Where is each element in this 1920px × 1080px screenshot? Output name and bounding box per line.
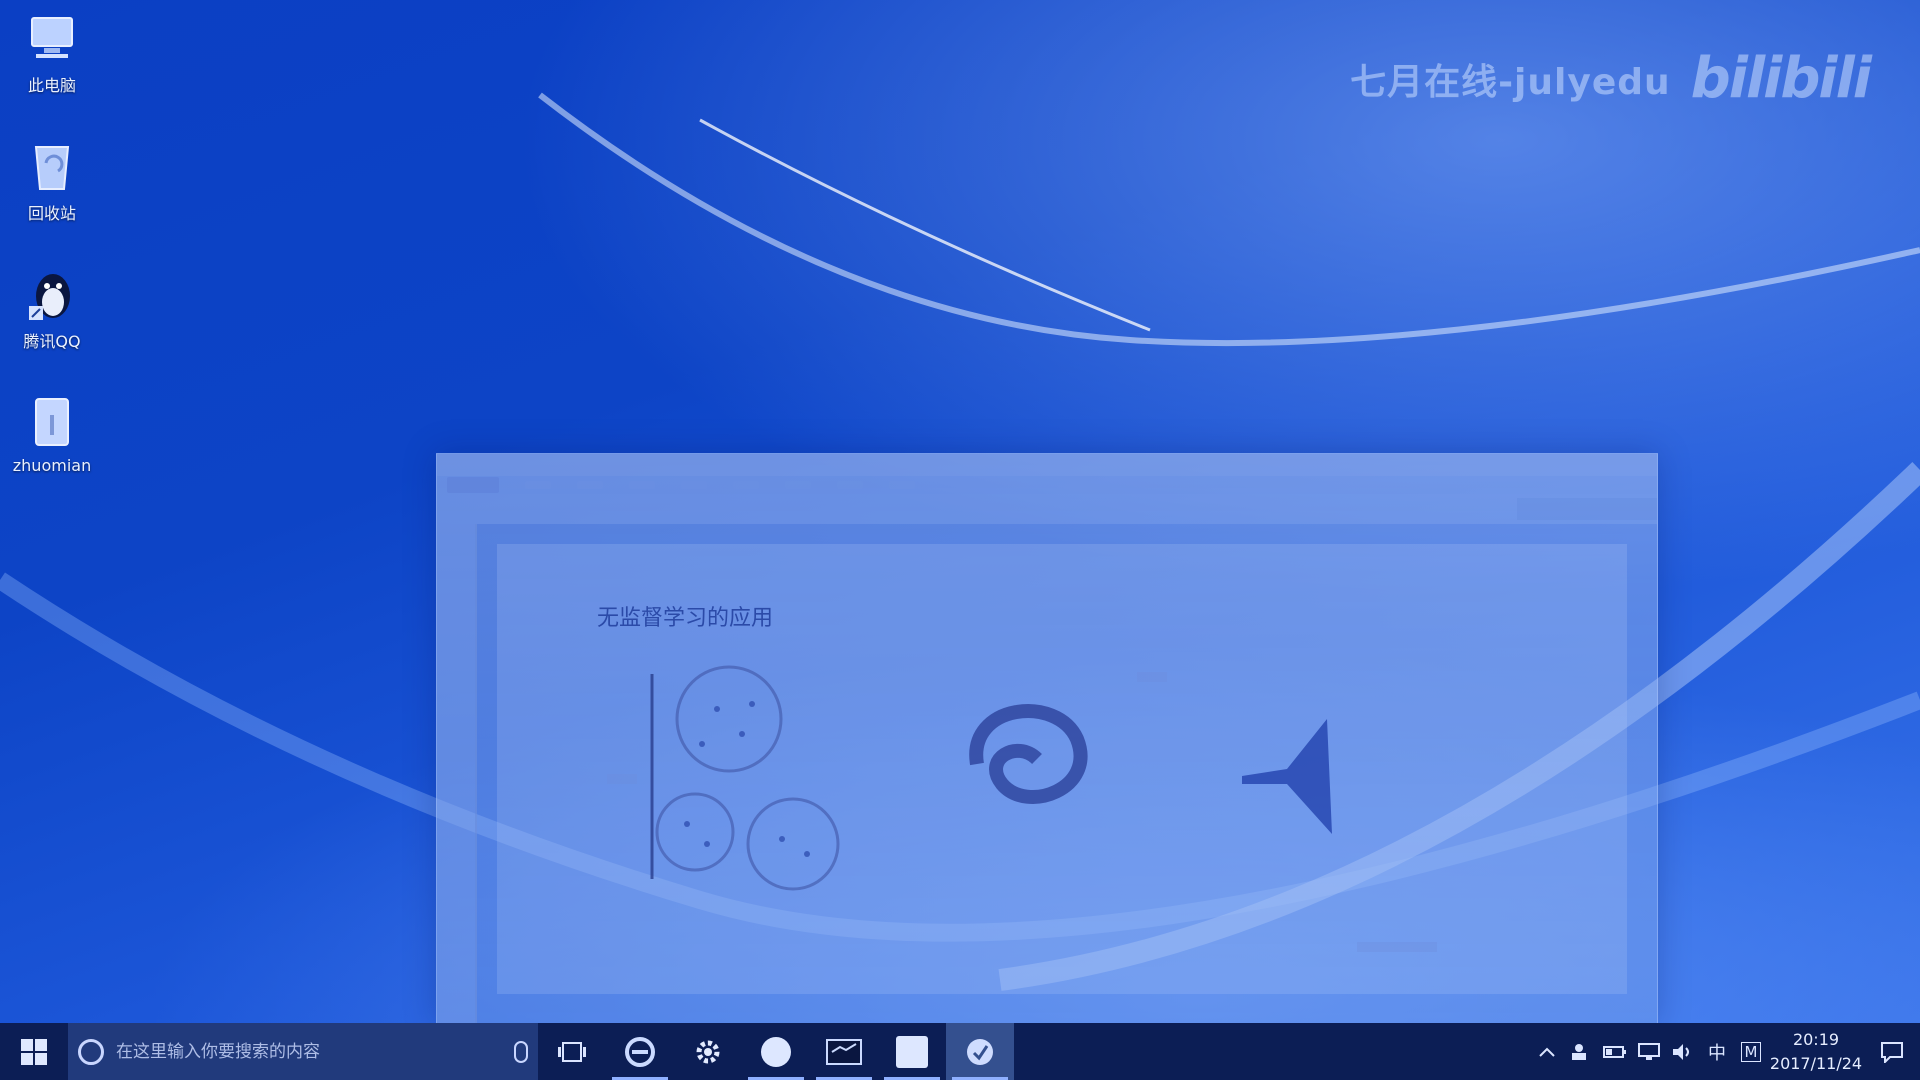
terminal-icon bbox=[826, 1038, 862, 1065]
network-icon[interactable] bbox=[1632, 1023, 1666, 1080]
desktop-icon-this-pc[interactable]: 此电脑 bbox=[8, 10, 96, 96]
people-icon[interactable] bbox=[1564, 1023, 1598, 1080]
qq-penguin-icon bbox=[24, 266, 80, 322]
ribbon-tab[interactable] bbox=[629, 481, 655, 489]
taskbar-app-presentation[interactable] bbox=[946, 1023, 1014, 1080]
cortana-icon[interactable] bbox=[78, 1038, 104, 1065]
microphone-icon[interactable] bbox=[514, 1040, 528, 1063]
slide-title: 无监督学习的应用 bbox=[597, 606, 774, 631]
presentation-icon bbox=[967, 1038, 993, 1065]
window-toolbar bbox=[437, 494, 1657, 524]
recycle-bin-icon bbox=[24, 138, 80, 194]
show-hidden-icons-chevron-up-icon[interactable] bbox=[1530, 1023, 1564, 1080]
search-input[interactable] bbox=[114, 1040, 514, 1063]
task-view-icon bbox=[558, 1041, 586, 1062]
input-method-indicator[interactable]: 中 bbox=[1700, 1023, 1734, 1080]
notification-icon bbox=[1881, 1041, 1903, 1063]
windows-logo-icon bbox=[21, 1038, 47, 1065]
ime-mode-label: M bbox=[1740, 1041, 1762, 1062]
ribbon-tab[interactable] bbox=[785, 481, 811, 489]
task-view-button[interactable] bbox=[538, 1023, 606, 1080]
app-circle-icon bbox=[761, 1036, 791, 1067]
desktop: 七月在线-julyedu bilibili 此电脑 回收站 腾讯QQ zhuom… bbox=[0, 0, 1920, 1080]
desktop-icon-label: 此电脑 bbox=[27, 76, 76, 95]
ribbon-tab[interactable] bbox=[837, 481, 863, 489]
ribbon-tabs bbox=[437, 476, 1657, 494]
action-center-button[interactable] bbox=[1864, 1023, 1920, 1080]
clock-time: 20:19 bbox=[1792, 1029, 1840, 1049]
taskbar-app-circle[interactable] bbox=[742, 1023, 810, 1080]
ribbon-tab[interactable] bbox=[733, 481, 759, 489]
video-watermark: 七月在线-julyedu bilibili bbox=[1350, 46, 1872, 111]
bilibili-logo: bilibili bbox=[1690, 46, 1872, 111]
presentation-window[interactable]: 无监督学习的应用 bbox=[436, 453, 1658, 1025]
window-titlebar[interactable] bbox=[437, 454, 1657, 476]
settings-icon bbox=[696, 1040, 720, 1063]
ribbon-tab[interactable] bbox=[525, 481, 551, 489]
start-button[interactable] bbox=[0, 1023, 68, 1080]
desktop-icon-recycle-bin[interactable]: 回收站 bbox=[8, 138, 96, 224]
desktop-icon-zhuomian[interactable]: zhuomian bbox=[8, 394, 96, 475]
taskbar-app-terminal[interactable] bbox=[810, 1023, 878, 1080]
taskbar-app-square[interactable] bbox=[878, 1023, 946, 1080]
toolbar-button-group[interactable] bbox=[1517, 498, 1657, 520]
desktop-icon-label: 回收站 bbox=[27, 204, 76, 223]
folder-icon bbox=[24, 394, 80, 450]
slide-thumbnails-pane[interactable] bbox=[437, 524, 477, 1024]
ime-mode-indicator[interactable]: M bbox=[1734, 1023, 1768, 1080]
browser-icon bbox=[625, 1036, 655, 1067]
taskbar-clock[interactable]: 20:19 2017/11/24 bbox=[1768, 1028, 1864, 1076]
clock-date: 2017/11/24 bbox=[1769, 1053, 1863, 1073]
app-square-icon bbox=[896, 1035, 928, 1068]
ribbon-tab[interactable] bbox=[447, 477, 499, 493]
slide-canvas[interactable]: 无监督学习的应用 bbox=[497, 544, 1627, 994]
desktop-icon-label: zhuomian bbox=[12, 456, 92, 475]
taskbar-search[interactable] bbox=[68, 1023, 538, 1080]
computer-icon bbox=[24, 10, 80, 66]
desktop-icon-qq[interactable]: 腾讯QQ bbox=[8, 266, 96, 352]
ribbon-tab[interactable] bbox=[681, 481, 707, 489]
ribbon-tab[interactable] bbox=[889, 481, 915, 489]
taskbar-app-settings[interactable] bbox=[674, 1023, 742, 1080]
ribbon-tab[interactable] bbox=[577, 481, 603, 489]
taskbar: 中 M 20:19 2017/11/24 bbox=[0, 1023, 1920, 1080]
desktop-icon-label: 腾讯QQ bbox=[23, 332, 81, 351]
taskbar-app-browser[interactable] bbox=[606, 1023, 674, 1080]
volume-icon[interactable] bbox=[1666, 1023, 1700, 1080]
watermark-text: 七月在线-julyedu bbox=[1350, 61, 1671, 103]
battery-icon[interactable] bbox=[1598, 1023, 1632, 1080]
system-tray: 中 M 20:19 2017/11/24 bbox=[1530, 1023, 1920, 1080]
